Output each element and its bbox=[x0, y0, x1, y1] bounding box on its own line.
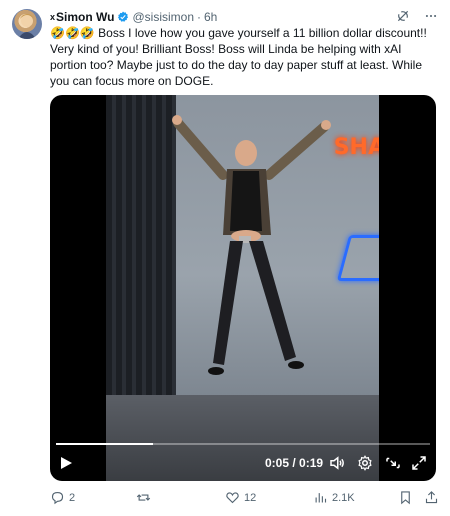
video-time-readout: 0:05 / 0:19 bbox=[265, 456, 324, 470]
video-controls: 0:05 / 0:19 bbox=[50, 451, 436, 475]
bookmark-button[interactable] bbox=[398, 490, 413, 505]
author-handle[interactable]: @sisisimon bbox=[132, 10, 194, 24]
post-header: x Simon Wu @sisisimon · 6h bbox=[50, 9, 438, 25]
views-icon bbox=[315, 493, 327, 503]
like-count: 12 bbox=[244, 491, 257, 504]
video-progress-fill bbox=[56, 443, 154, 445]
verified-badge-icon bbox=[117, 11, 129, 23]
heart-icon bbox=[226, 492, 239, 504]
jumping-figure bbox=[172, 115, 331, 375]
reply-icon bbox=[51, 491, 64, 505]
more-icon[interactable] bbox=[424, 9, 438, 26]
share-icon bbox=[425, 491, 438, 504]
like-button[interactable]: 12 bbox=[225, 490, 256, 505]
avatar[interactable] bbox=[12, 9, 42, 39]
post-text: 🤣🤣🤣 Boss I love how you gave yourself a … bbox=[50, 26, 427, 88]
volume-icon[interactable] bbox=[328, 454, 346, 472]
repost-icon bbox=[136, 494, 151, 501]
views-count: 2.1K bbox=[332, 491, 355, 504]
share-button[interactable] bbox=[424, 490, 439, 505]
post-time[interactable]: 6h bbox=[204, 10, 217, 24]
post[interactable]: x Simon Wu @sisisimon · 6h 🤣🤣🤣 Boss I lo… bbox=[0, 0, 450, 516]
settings-icon[interactable] bbox=[356, 454, 374, 472]
grok-icon[interactable] bbox=[396, 9, 410, 26]
author-name[interactable]: Simon Wu bbox=[56, 10, 114, 24]
author-badge: x bbox=[50, 12, 56, 22]
reply-button[interactable]: 2 bbox=[50, 490, 75, 505]
video-frame: SHA bbox=[106, 95, 379, 481]
reply-count: 2 bbox=[69, 491, 76, 504]
repost-button[interactable] bbox=[136, 490, 155, 505]
video-progress-bar[interactable] bbox=[56, 443, 430, 445]
fullscreen-icon[interactable] bbox=[410, 454, 428, 472]
bookmark-icon bbox=[401, 491, 410, 505]
views-button[interactable]: 2.1K bbox=[313, 490, 355, 505]
pip-icon[interactable] bbox=[384, 454, 402, 472]
post-actions: 2 12 2.1K bbox=[50, 490, 440, 508]
separator: · bbox=[197, 10, 201, 24]
video-player[interactable]: SHA 0:05 / 0:19 bbox=[50, 95, 436, 481]
play-icon[interactable] bbox=[59, 456, 73, 470]
